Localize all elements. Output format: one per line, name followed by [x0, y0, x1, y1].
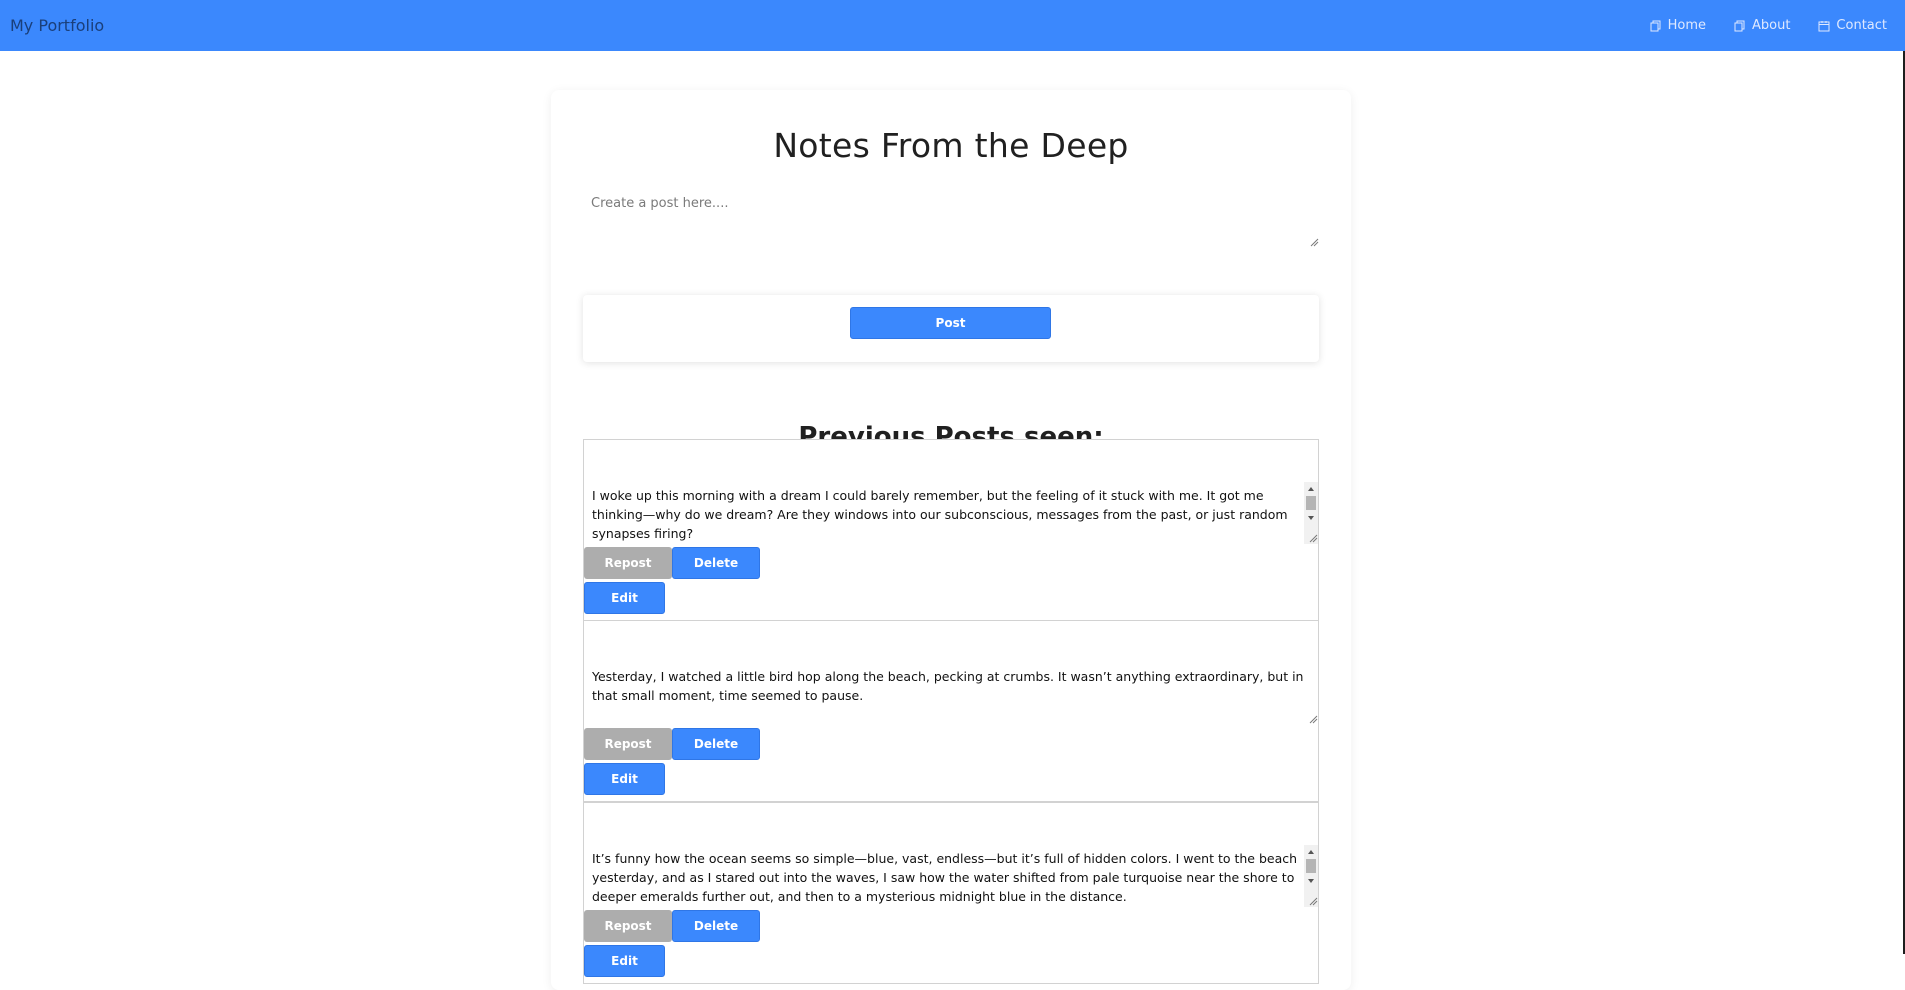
scroll-up-icon[interactable] — [1308, 487, 1314, 491]
navbar: My Portfolio Home About Contact — [0, 0, 1905, 51]
post-button-container: Post — [583, 295, 1319, 362]
scroll-thumb[interactable] — [1306, 859, 1316, 873]
calendar-icon — [1818, 20, 1830, 31]
nav-links: Home About Contact — [1650, 18, 1895, 33]
scroll-up-icon[interactable] — [1308, 850, 1314, 854]
scroll-down-icon[interactable] — [1308, 879, 1314, 883]
page-title: Notes From the Deep — [773, 126, 1129, 166]
scroll-thumb[interactable] — [1306, 496, 1316, 510]
repost-button[interactable]: Repost — [584, 547, 672, 579]
previous-post: I woke up this morning with a dream I co… — [583, 439, 1319, 621]
nav-link-label: About — [1751, 18, 1791, 33]
post-text[interactable]: It’s funny how the ocean seems so simple… — [584, 849, 1314, 909]
copy-icon — [1650, 20, 1661, 31]
nav-link-contact[interactable]: Contact — [1818, 18, 1887, 33]
resize-handle-icon[interactable] — [1309, 534, 1318, 543]
delete-button[interactable]: Delete — [672, 910, 760, 942]
nav-link-about[interactable]: About — [1734, 18, 1790, 33]
repost-button[interactable]: Repost — [584, 728, 672, 760]
main-card: Notes From the Deep Post Previous Posts … — [551, 90, 1351, 990]
repost-button[interactable]: Repost — [584, 910, 672, 942]
resize-handle-icon[interactable] — [1309, 715, 1318, 724]
post-text[interactable]: I woke up this morning with a dream I co… — [584, 486, 1314, 546]
previous-post: It’s funny how the ocean seems so simple… — [583, 802, 1319, 984]
edit-button[interactable]: Edit — [584, 582, 665, 614]
brand-logo[interactable]: My Portfolio — [10, 16, 104, 35]
resize-handle-icon[interactable] — [1309, 897, 1318, 906]
nav-link-label: Home — [1667, 18, 1706, 33]
edit-button[interactable]: Edit — [584, 763, 665, 795]
edit-button[interactable]: Edit — [584, 945, 665, 977]
previous-post: Yesterday, I watched a little bird hop a… — [583, 620, 1319, 802]
resize-handle-icon[interactable] — [1310, 238, 1319, 247]
delete-button[interactable]: Delete — [672, 547, 760, 579]
copy-icon — [1734, 20, 1745, 31]
nav-link-home[interactable]: Home — [1650, 18, 1706, 33]
post-button[interactable]: Post — [850, 307, 1051, 339]
scroll-down-icon[interactable] — [1308, 516, 1314, 520]
nav-link-label: Contact — [1836, 18, 1887, 33]
post-text[interactable]: Yesterday, I watched a little bird hop a… — [584, 667, 1314, 727]
delete-button[interactable]: Delete — [672, 728, 760, 760]
